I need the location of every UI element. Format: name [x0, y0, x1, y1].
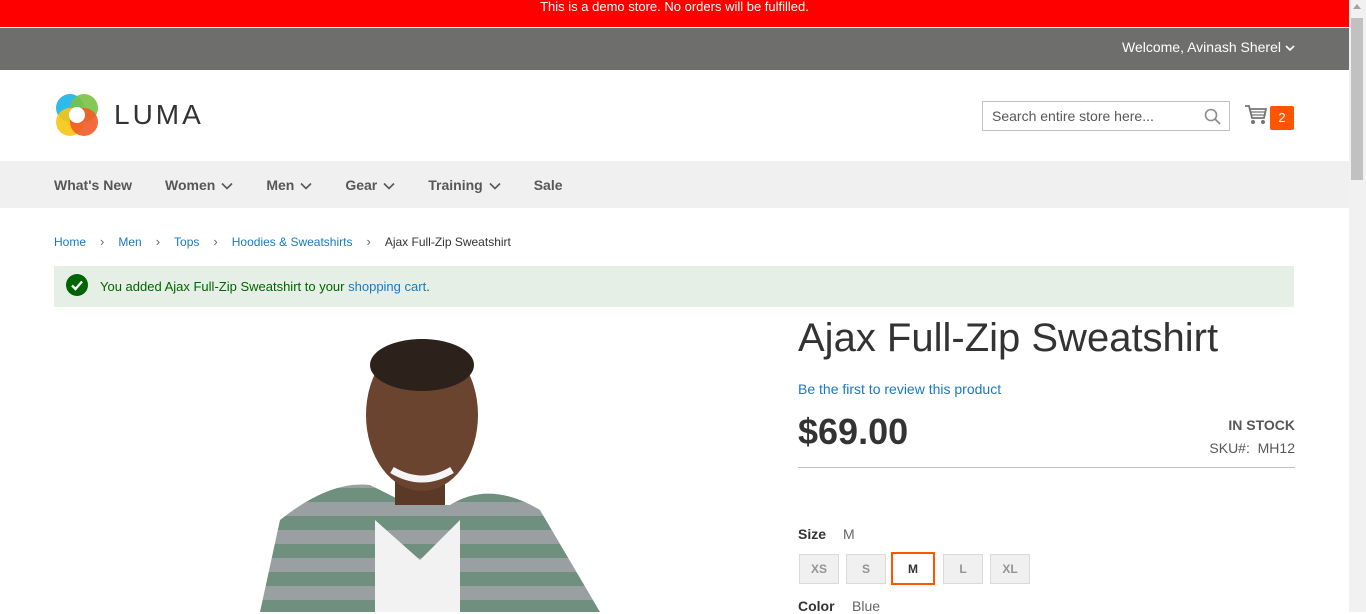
chevron-down-icon — [1285, 39, 1295, 55]
chevron-right-icon: › — [100, 234, 105, 249]
nav-label: Women — [165, 176, 216, 193]
search-icon[interactable] — [1204, 108, 1221, 130]
check-circle-icon — [66, 274, 88, 299]
nav-item-gear[interactable]: Gear — [345, 177, 395, 193]
breadcrumb-men[interactable]: Men — [118, 235, 141, 249]
sku-value: MH12 — [1257, 440, 1295, 456]
site-header: LUMA 2 — [0, 70, 1349, 161]
demo-store-notice: This is a demo store. No orders will be … — [0, 0, 1349, 27]
chevron-down-icon — [221, 177, 233, 193]
size-swatches: XS S M L XL — [799, 552, 1037, 585]
welcome-text: Welcome, Avinash Sherel — [1121, 39, 1281, 55]
nav-label: Men — [266, 176, 295, 193]
chevron-right-icon: › — [155, 234, 161, 249]
chevron-down-icon — [489, 177, 501, 193]
main-navigation: What's New Women Men Gear Training Sale — [0, 161, 1349, 208]
search-box — [982, 101, 1230, 131]
customer-menu[interactable]: Welcome, Avinash Sherel — [1122, 39, 1295, 55]
size-option-xl[interactable]: XL — [990, 554, 1030, 584]
sku-label: SKU#: — [1209, 440, 1250, 456]
scroll-up-icon[interactable] — [1353, 4, 1361, 9]
product-title: Ajax Full-Zip Sweatshirt — [798, 316, 1219, 360]
cart-icon — [1244, 104, 1268, 131]
logo-text: LUMA — [114, 99, 204, 130]
success-message: You added Ajax Full-Zip Sweatshirt to yo… — [54, 266, 1294, 307]
breadcrumb: Home › Men › Tops › Hoodies & Sweatshirt… — [54, 234, 511, 249]
chevron-down-icon — [383, 177, 395, 193]
stock-status: IN STOCK — [1228, 417, 1295, 433]
divider — [798, 467, 1295, 468]
search-input[interactable] — [983, 103, 1202, 129]
chevron-right-icon: › — [366, 234, 371, 249]
breadcrumb-hoodies[interactable]: Hoodies & Sweatshirts — [232, 235, 353, 249]
breadcrumb-tops[interactable]: Tops — [174, 235, 199, 249]
size-option-s[interactable]: S — [846, 554, 886, 584]
product-image[interactable] — [160, 320, 680, 612]
nav-item-women[interactable]: Women — [165, 177, 233, 193]
breadcrumb-home[interactable]: Home — [54, 235, 86, 249]
nav-item-sale[interactable]: Sale — [534, 177, 563, 193]
scrollbar-thumb[interactable] — [1351, 18, 1363, 180]
breadcrumb-current: Ajax Full-Zip Sweatshirt — [384, 234, 511, 249]
size-selected-value: M — [843, 526, 855, 542]
size-option-xs[interactable]: XS — [799, 554, 839, 584]
logo[interactable]: LUMA — [54, 92, 204, 138]
minicart[interactable]: 2 — [1244, 104, 1294, 131]
product-price: $69.00 — [798, 411, 909, 452]
size-option-l[interactable]: L — [943, 554, 983, 584]
nav-label: Sale — [533, 176, 563, 193]
nav-item-men[interactable]: Men — [266, 177, 312, 193]
nav-label: Training — [428, 176, 483, 193]
size-label: Size — [798, 526, 827, 542]
nav-item-training[interactable]: Training — [428, 176, 501, 193]
sku: SKU#: MH12 — [1209, 440, 1295, 456]
chevron-right-icon: › — [213, 234, 218, 249]
message-suffix: . — [426, 279, 430, 294]
shopping-cart-link[interactable]: shopping cart — [348, 279, 426, 294]
chevron-down-icon — [300, 177, 312, 193]
message-text: You added Ajax Full-Zip Sweatshirt to yo… — [100, 279, 345, 294]
nav-label: Gear — [345, 176, 378, 193]
cart-count-badge: 2 — [1270, 105, 1294, 130]
nav-label: What's New — [54, 176, 133, 193]
nav-item-whats-new[interactable]: What's New — [54, 177, 132, 193]
top-panel: Welcome, Avinash Sherel — [0, 28, 1349, 70]
luma-logo-icon — [56, 94, 98, 136]
size-option-m[interactable]: M — [891, 552, 935, 585]
scrollbar[interactable] — [1349, 0, 1366, 612]
review-link[interactable]: Be the first to review this product — [798, 381, 1001, 397]
